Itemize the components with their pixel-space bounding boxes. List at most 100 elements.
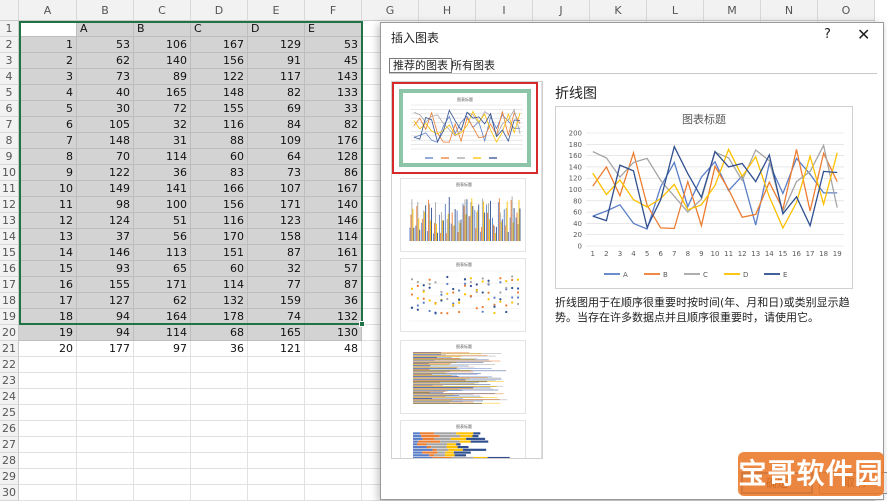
data-cell[interactable]: 84	[248, 117, 305, 133]
row-header-29[interactable]: 29	[0, 469, 19, 485]
data-cell[interactable]: 17	[19, 293, 77, 309]
empty-cell[interactable]	[134, 469, 191, 485]
row-header-27[interactable]: 27	[0, 437, 19, 453]
column-header-O[interactable]: O	[818, 0, 875, 21]
empty-cell[interactable]	[134, 389, 191, 405]
empty-cell[interactable]	[191, 389, 248, 405]
empty-cell[interactable]	[19, 437, 77, 453]
row-header-12[interactable]: 12	[0, 197, 19, 213]
data-cell[interactable]: 60	[191, 261, 248, 277]
empty-cell[interactable]	[191, 469, 248, 485]
data-cell[interactable]: 116	[191, 213, 248, 229]
row-header-14[interactable]: 14	[0, 229, 19, 245]
row-header-16[interactable]: 16	[0, 261, 19, 277]
empty-cell[interactable]	[248, 485, 305, 501]
data-cell[interactable]: 36	[134, 165, 191, 181]
empty-cell[interactable]	[77, 453, 134, 469]
empty-cell[interactable]	[134, 357, 191, 373]
data-cell[interactable]: 146	[305, 213, 362, 229]
empty-cell[interactable]	[77, 389, 134, 405]
data-cell[interactable]: 74	[248, 309, 305, 325]
data-cell[interactable]: 130	[305, 325, 362, 341]
row-header-20[interactable]: 20	[0, 325, 19, 341]
row-header-23[interactable]: 23	[0, 373, 19, 389]
data-cell[interactable]: 114	[191, 277, 248, 293]
data-cell[interactable]: 161	[305, 245, 362, 261]
row-header-9[interactable]: 9	[0, 149, 19, 165]
data-cell[interactable]: 68	[191, 325, 248, 341]
empty-cell[interactable]	[19, 389, 77, 405]
data-cell[interactable]: 48	[305, 341, 362, 357]
data-cell[interactable]: 93	[77, 261, 134, 277]
column-header-D[interactable]: D	[191, 0, 248, 21]
data-cell[interactable]: 129	[248, 37, 305, 53]
thumb-scrollbar[interactable]: ▲ ▼	[541, 82, 543, 458]
data-cell[interactable]: 4	[19, 85, 77, 101]
data-cell[interactable]: 123	[248, 213, 305, 229]
data-cell[interactable]: 107	[248, 181, 305, 197]
data-cell[interactable]: 64	[248, 149, 305, 165]
data-cell[interactable]: 155	[191, 101, 248, 117]
empty-cell[interactable]	[134, 373, 191, 389]
empty-cell[interactable]	[248, 437, 305, 453]
tab-recommended-charts[interactable]: 推荐的图表	[389, 58, 452, 73]
data-cell[interactable]: 149	[77, 181, 134, 197]
column-header-N[interactable]: N	[761, 0, 818, 21]
empty-cell[interactable]	[19, 485, 77, 501]
data-cell[interactable]: 31	[134, 133, 191, 149]
row-header-11[interactable]: 11	[0, 181, 19, 197]
data-cell[interactable]: 159	[248, 293, 305, 309]
empty-cell[interactable]	[248, 453, 305, 469]
data-cell[interactable]: 89	[134, 69, 191, 85]
data-cell[interactable]: 86	[305, 165, 362, 181]
fill-handle[interactable]	[359, 321, 365, 327]
data-cell[interactable]: 60	[191, 149, 248, 165]
empty-cell[interactable]	[305, 437, 362, 453]
data-cell[interactable]: 77	[248, 277, 305, 293]
data-cell[interactable]: 11	[19, 197, 77, 213]
data-cell[interactable]: 6	[19, 117, 77, 133]
data-cell[interactable]: 15	[19, 261, 77, 277]
data-cell[interactable]: 87	[248, 245, 305, 261]
empty-cell[interactable]	[248, 469, 305, 485]
data-cell[interactable]: 33	[305, 101, 362, 117]
empty-cell[interactable]	[134, 485, 191, 501]
empty-cell[interactable]	[305, 469, 362, 485]
empty-cell[interactable]	[134, 405, 191, 421]
data-cell[interactable]: 148	[191, 85, 248, 101]
data-cell[interactable]: 167	[191, 37, 248, 53]
column-header-H[interactable]: H	[419, 0, 476, 21]
header-cell[interactable]: A	[77, 21, 134, 37]
data-cell[interactable]: 170	[191, 229, 248, 245]
thumb-line-chart-selected[interactable]: 图表标题	[392, 82, 538, 174]
data-cell[interactable]: 156	[191, 53, 248, 69]
data-cell[interactable]: 124	[77, 213, 134, 229]
row-header-24[interactable]: 24	[0, 389, 19, 405]
data-cell[interactable]: 73	[77, 69, 134, 85]
data-cell[interactable]: 177	[77, 341, 134, 357]
data-cell[interactable]: 122	[191, 69, 248, 85]
empty-cell[interactable]	[77, 421, 134, 437]
row-header-25[interactable]: 25	[0, 405, 19, 421]
select-all-corner[interactable]	[0, 0, 19, 21]
data-cell[interactable]: 16	[19, 277, 77, 293]
data-cell[interactable]: 171	[248, 197, 305, 213]
empty-cell[interactable]	[77, 357, 134, 373]
row-header-2[interactable]: 2	[0, 37, 19, 53]
data-cell[interactable]: 121	[248, 341, 305, 357]
data-cell[interactable]: 113	[134, 245, 191, 261]
data-cell[interactable]: 40	[77, 85, 134, 101]
data-cell[interactable]: 148	[77, 133, 134, 149]
empty-cell[interactable]	[248, 405, 305, 421]
column-header-F[interactable]: F	[305, 0, 362, 21]
data-cell[interactable]: 82	[248, 85, 305, 101]
data-cell[interactable]: 164	[134, 309, 191, 325]
data-cell[interactable]: 88	[191, 133, 248, 149]
data-cell[interactable]: 156	[191, 197, 248, 213]
tab-all-charts[interactable]: 所有图表	[447, 58, 499, 73]
data-cell[interactable]: 141	[134, 181, 191, 197]
data-cell[interactable]: 8	[19, 149, 77, 165]
data-cell[interactable]: 178	[191, 309, 248, 325]
data-cell[interactable]: 18	[19, 309, 77, 325]
column-header-M[interactable]: M	[704, 0, 761, 21]
